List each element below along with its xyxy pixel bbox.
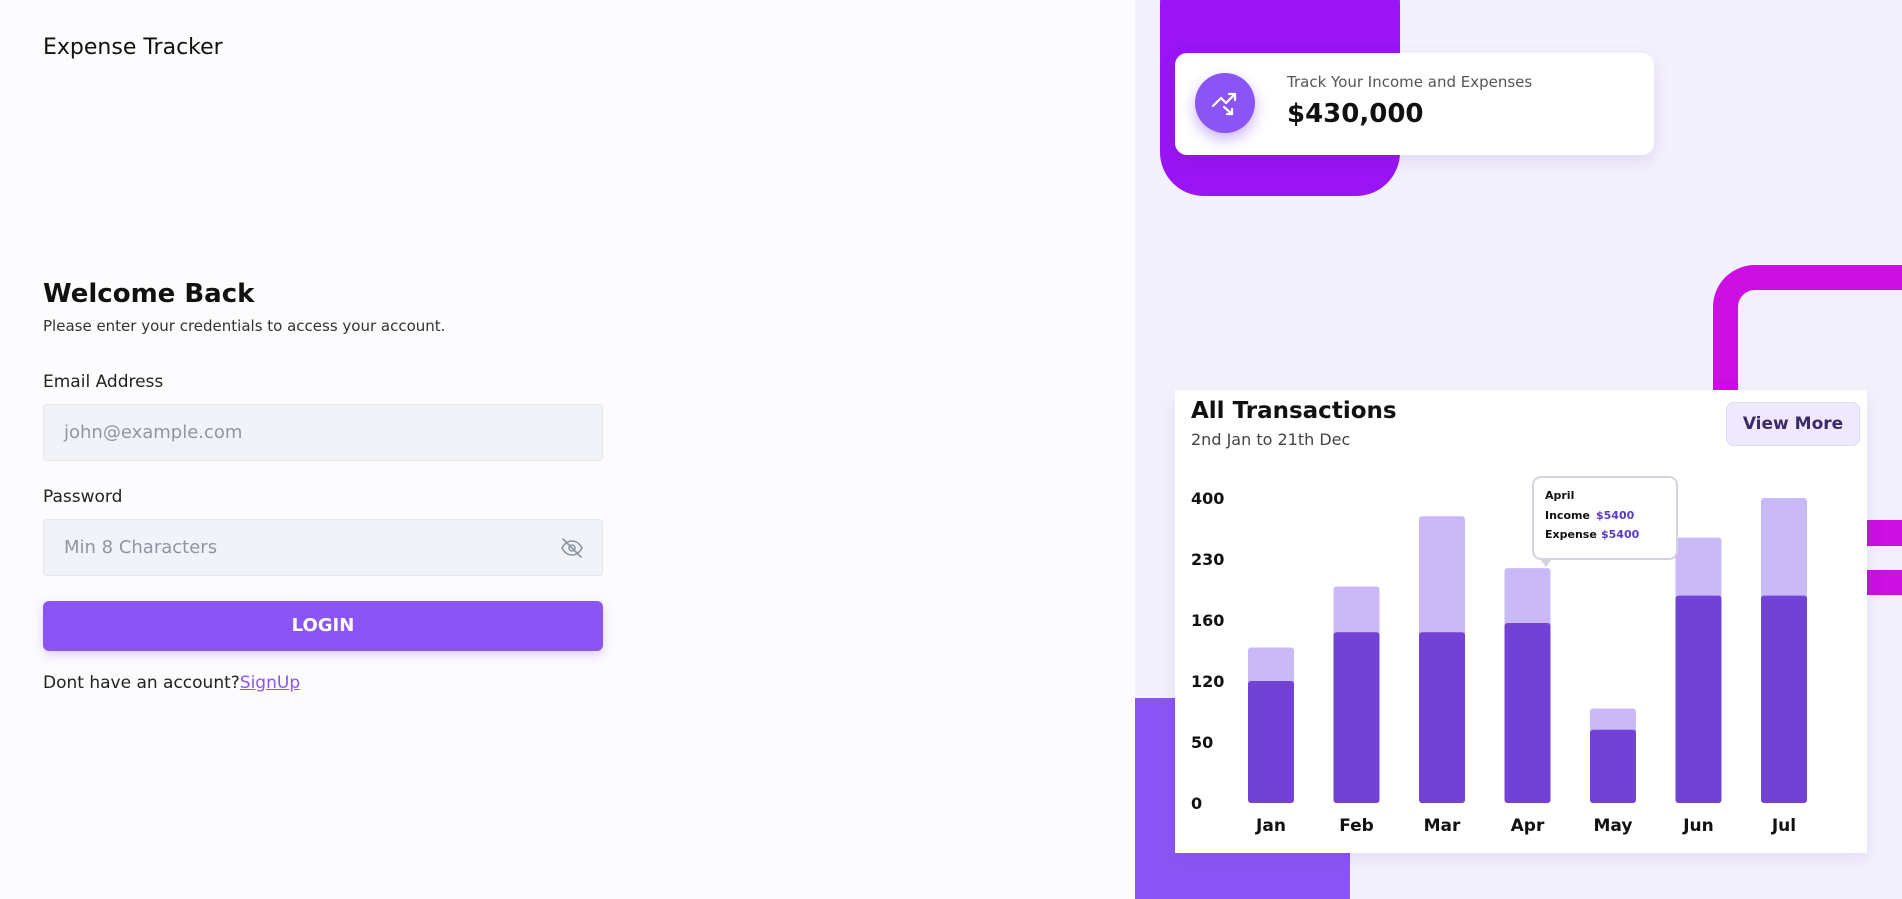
signup-link[interactable]: SignUp: [240, 673, 300, 693]
x-tick-label: Jan: [1255, 816, 1286, 836]
y-tick-label: 400: [1191, 489, 1224, 508]
y-tick-label: 230: [1191, 550, 1224, 569]
y-tick-label: 160: [1191, 611, 1224, 630]
x-tick-label: May: [1594, 816, 1633, 836]
summary-card: Track Your Income and Expenses $430,000: [1175, 53, 1654, 155]
y-tick-label: 120: [1191, 672, 1224, 691]
app-title: Expense Tracker: [43, 35, 223, 60]
y-tick-label: 0: [1191, 794, 1202, 813]
signup-row: Dont have an account?SignUp: [43, 673, 603, 693]
tooltip-income-label: Income: [1545, 509, 1590, 522]
bar-base: [1590, 729, 1636, 803]
bar-base: [1504, 623, 1551, 803]
summary-label: Track Your Income and Expenses: [1287, 73, 1533, 91]
trending-icon: [1195, 73, 1255, 133]
x-tick-label: Jun: [1682, 816, 1714, 836]
chart-title: All Transactions: [1191, 398, 1397, 424]
password-placeholder: Min 8 Characters: [64, 537, 218, 558]
x-tick-label: Mar: [1424, 816, 1461, 836]
illustration-panel: Track Your Income and Expenses $430,000 …: [1135, 0, 1902, 899]
bar-base: [1675, 595, 1722, 803]
login-button[interactable]: LOGIN: [43, 601, 603, 651]
tooltip-expense-value: $5400: [1601, 528, 1640, 541]
bar-base: [1333, 632, 1380, 803]
login-panel: Expense Tracker Welcome Back Please ente…: [0, 0, 1135, 899]
summary-value: $430,000: [1287, 99, 1424, 129]
transactions-chart: 0 50 120 160 230 400 Jan Feb Mar Apr May Jun Jul Apri…: [1191, 476, 1807, 836]
y-tick-label: 50: [1191, 733, 1213, 752]
email-placeholder: john@example.com: [64, 422, 243, 443]
eye-off-icon[interactable]: [560, 536, 584, 560]
x-tick-label: Feb: [1339, 816, 1374, 836]
tooltip-income-value: $5400: [1596, 509, 1635, 522]
welcome-subtitle: Please enter your credentials to access …: [43, 317, 446, 335]
tooltip-month: April: [1545, 489, 1574, 502]
bar-base: [1419, 632, 1465, 803]
tooltip-pointer: [1540, 559, 1552, 567]
welcome-heading: Welcome Back: [43, 279, 255, 309]
login-form: Welcome Back Please enter your credentia…: [43, 279, 603, 693]
email-field[interactable]: john@example.com: [43, 404, 603, 461]
x-tick-label: Apr: [1511, 816, 1545, 836]
bar-base: [1248, 681, 1294, 803]
password-label: Password: [43, 487, 123, 507]
email-label: Email Address: [43, 372, 164, 392]
x-tick-label: Jul: [1771, 816, 1796, 836]
bar-base: [1761, 595, 1807, 803]
view-more-button[interactable]: View More: [1726, 402, 1860, 446]
no-account-text: Dont have an account?: [43, 673, 240, 693]
password-field[interactable]: Min 8 Characters: [43, 519, 603, 576]
transactions-chart-card: 0 50 120 160 230 400 Jan Feb Mar Apr May Jun Jul Apri…: [1175, 390, 1867, 853]
chart-subtitle: 2nd Jan to 21th Dec: [1191, 430, 1351, 449]
tooltip-expense-label: Expense: [1545, 528, 1597, 541]
